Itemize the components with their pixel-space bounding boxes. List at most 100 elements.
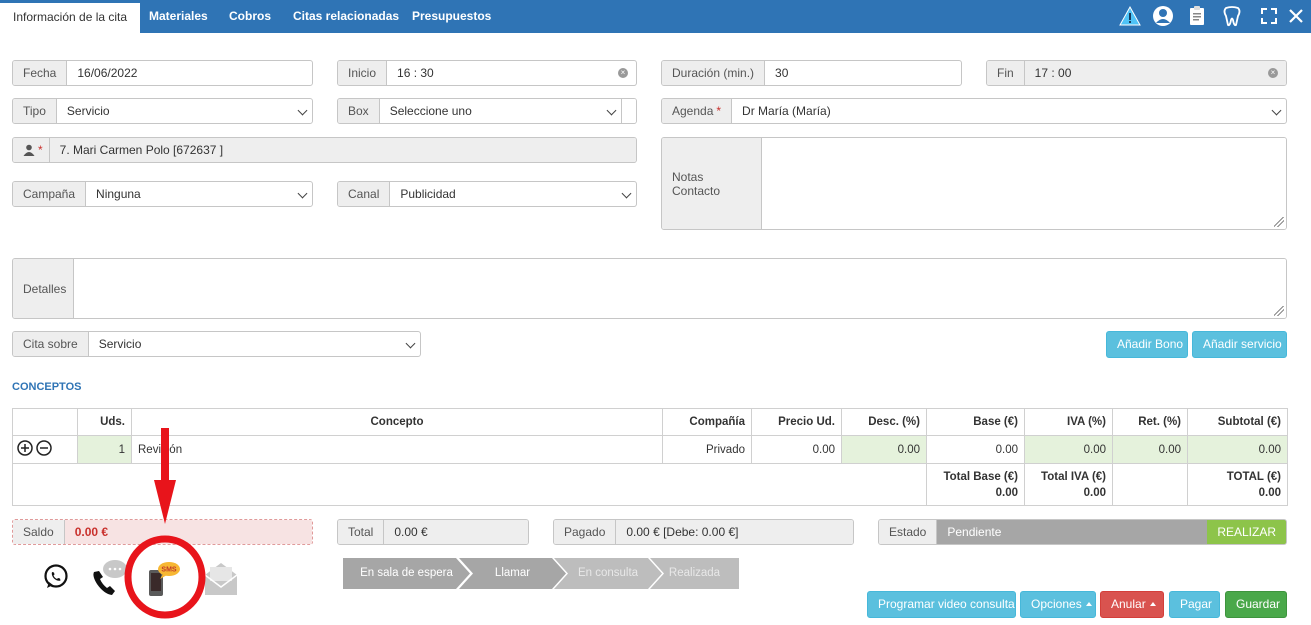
user-icon[interactable]: [1152, 5, 1174, 27]
chevron-down-icon: [297, 105, 308, 116]
tab-informacion-cita[interactable]: Información de la cita: [0, 3, 141, 33]
whatsapp-icon[interactable]: [42, 563, 70, 591]
tooth-icon[interactable]: [1221, 5, 1243, 27]
caret-up-icon: [1085, 602, 1092, 606]
tab-materiales[interactable]: Materiales: [136, 0, 221, 33]
column-header-base: Base (€): [926, 408, 1025, 436]
resize-handle-icon[interactable]: [1274, 217, 1284, 227]
column-header-compania: Compañía: [662, 408, 752, 436]
campana-text: Ninguna: [96, 187, 141, 201]
step-llamar[interactable]: Llamar: [459, 558, 566, 589]
notas-contacto-label: Notas Contacto: [662, 138, 762, 229]
paciente-value[interactable]: 7. Mari Carmen Polo [672637 ]: [49, 138, 636, 162]
tipo-value[interactable]: Servicio: [57, 99, 312, 123]
inicio-field[interactable]: Inicio 16 : 30 ×: [337, 60, 637, 86]
realizar-button[interactable]: REALIZAR: [1207, 520, 1286, 544]
box-value[interactable]: Seleccione uno: [380, 99, 622, 123]
anadir-bono-button[interactable]: Añadir Bono: [1106, 331, 1188, 358]
clipboard-icon[interactable]: [1186, 5, 1208, 27]
box-addon[interactable]: [621, 99, 636, 123]
conceptos-title: CONCEPTOS: [12, 381, 82, 393]
cita-sobre-select[interactable]: Cita sobre Servicio: [12, 331, 421, 357]
agenda-label: Agenda *: [662, 99, 733, 123]
detalles-field[interactable]: Detalles: [12, 258, 1287, 319]
duracion-field[interactable]: Duración (min.) 30: [661, 60, 962, 86]
plus-circle-icon[interactable]: [17, 440, 33, 456]
box-select[interactable]: Box Seleccione uno: [337, 98, 637, 124]
total-field: Total 0.00 €: [337, 519, 529, 545]
clear-icon[interactable]: ×: [1268, 68, 1278, 78]
saldo-label: Saldo: [13, 520, 65, 544]
tab-presupuestos[interactable]: Presupuestos: [399, 0, 504, 33]
detalles-label: Detalles: [13, 259, 74, 318]
fecha-value[interactable]: 16/06/2022: [67, 61, 312, 85]
detalles-textarea[interactable]: [74, 259, 1286, 318]
cell-ret[interactable]: 0.00: [1112, 435, 1188, 464]
anadir-servicio-button[interactable]: Añadir servicio: [1192, 331, 1287, 358]
fecha-field[interactable]: Fecha 16/06/2022: [12, 60, 313, 86]
inicio-label: Inicio: [338, 61, 388, 85]
campana-value[interactable]: Ninguna: [86, 182, 312, 206]
cell-precio[interactable]: 0.00: [751, 435, 842, 464]
anular-button[interactable]: Anular: [1100, 591, 1164, 618]
canal-select[interactable]: Canal Publicidad: [337, 181, 637, 207]
agenda-select[interactable]: Agenda * Dr María (María): [661, 98, 1287, 124]
tipo-text: Servicio: [66, 104, 110, 118]
agenda-label-text: Agenda: [672, 104, 714, 118]
cell-base: 0.00: [926, 435, 1025, 464]
clear-icon[interactable]: ×: [618, 68, 628, 78]
cita-sobre-value[interactable]: Servicio: [89, 332, 420, 356]
close-icon[interactable]: [1285, 5, 1307, 27]
tipo-select[interactable]: Tipo Servicio: [12, 98, 313, 124]
inicio-value[interactable]: 16 : 30 ×: [387, 61, 636, 85]
fin-field: Fin 17 : 00 ×: [986, 60, 1287, 86]
cell-desc[interactable]: 0.00: [841, 435, 927, 464]
expand-icon[interactable]: [1258, 5, 1280, 27]
row-actions: [12, 435, 78, 464]
chevron-down-icon: [606, 105, 617, 116]
tab-cobros[interactable]: Cobros: [216, 0, 284, 33]
cell-compania: Privado: [662, 435, 752, 464]
annotation-arrow-shaft: [161, 428, 169, 484]
caret-up-icon: [1149, 602, 1156, 606]
cell-iva[interactable]: 0.00: [1024, 435, 1113, 464]
pagado-value: 0.00 € [Debe: 0.00 €]: [616, 520, 853, 544]
column-header-iva: IVA (%): [1024, 408, 1113, 436]
total-cell: TOTAL (€) 0.00: [1187, 463, 1288, 506]
paciente-field[interactable]: * 7. Mari Carmen Polo [672637 ]: [12, 137, 637, 163]
top-tab-bar: Información de la cita Materiales Cobros…: [0, 0, 1311, 33]
step-realizada[interactable]: Realizada: [650, 558, 739, 589]
tab-citas-relacionadas[interactable]: Citas relacionadas: [280, 0, 412, 33]
step-en-consulta[interactable]: En consulta: [554, 558, 662, 589]
pagado-field: Pagado 0.00 € [Debe: 0.00 €]: [553, 519, 854, 545]
estado-field: Estado Pendiente REALIZAR: [878, 519, 1287, 545]
notas-contacto-textarea[interactable]: [762, 138, 1286, 229]
guardar-button[interactable]: Guardar: [1225, 591, 1287, 618]
total-base-label: Total Base (€): [943, 471, 1018, 483]
agenda-value[interactable]: Dr María (María): [732, 99, 1286, 123]
row-action-icons: [17, 440, 52, 456]
annotation-overlay: [124, 428, 206, 619]
notas-contacto-field[interactable]: Notas Contacto: [661, 137, 1287, 230]
totals-empty-cell: [1112, 463, 1188, 506]
chevron-down-icon: [1271, 105, 1282, 116]
column-header-desc: Desc. (%): [841, 408, 927, 436]
warning-icon[interactable]: [1119, 5, 1141, 27]
pagar-button[interactable]: Pagar: [1169, 591, 1220, 618]
step-en-sala-de-espera[interactable]: En sala de espera: [343, 558, 470, 589]
pagado-label: Pagado: [554, 520, 617, 544]
canal-value[interactable]: Publicidad: [390, 182, 636, 206]
total-iva-label: Total IVA (€): [1041, 471, 1106, 483]
programar-video-consulta-button[interactable]: Programar video consulta: [867, 591, 1016, 618]
opciones-button[interactable]: Opciones: [1020, 591, 1096, 618]
tipo-label: Tipo: [13, 99, 57, 123]
minus-circle-icon[interactable]: [36, 440, 52, 456]
campana-select[interactable]: Campaña Ninguna: [12, 181, 313, 207]
total-value: 0.00 €: [384, 520, 528, 544]
resize-handle-icon[interactable]: [1274, 306, 1284, 316]
annotation-arrow-head-icon: [154, 480, 176, 524]
fin-value: 17 : 00 ×: [1024, 61, 1286, 85]
estado-label: Estado: [879, 520, 938, 544]
cell-subtotal: 0.00: [1187, 435, 1288, 464]
duracion-value[interactable]: 30: [765, 61, 961, 85]
